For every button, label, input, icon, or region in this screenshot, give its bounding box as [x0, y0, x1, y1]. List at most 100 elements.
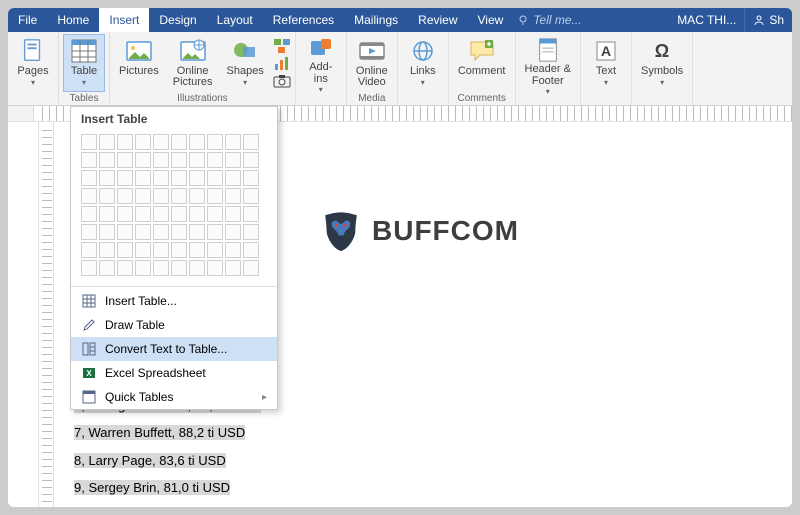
share-button[interactable]: Sh [744, 8, 792, 32]
grid-cell[interactable] [225, 188, 241, 204]
grid-cell[interactable] [171, 170, 187, 186]
grid-cell[interactable] [99, 188, 115, 204]
grid-cell[interactable] [135, 224, 151, 240]
tell-me-search[interactable]: Tell me... [513, 8, 585, 32]
grid-cell[interactable] [153, 152, 169, 168]
grid-cell[interactable] [243, 152, 259, 168]
grid-cell[interactable] [99, 242, 115, 258]
tab-file[interactable]: File [8, 8, 47, 32]
menu-insert-table[interactable]: Insert Table... [71, 289, 277, 313]
grid-cell[interactable] [153, 134, 169, 150]
grid-cell[interactable] [243, 260, 259, 276]
grid-cell[interactable] [207, 260, 223, 276]
grid-cell[interactable] [189, 152, 205, 168]
menu-quick-tables[interactable]: Quick Tables ▸ [71, 385, 277, 409]
comment-button[interactable]: Comment [453, 34, 511, 92]
menu-excel-spreadsheet[interactable]: X Excel Spreadsheet [71, 361, 277, 385]
grid-cell[interactable] [153, 188, 169, 204]
grid-cell[interactable] [225, 152, 241, 168]
grid-cell[interactable] [207, 170, 223, 186]
grid-cell[interactable] [243, 188, 259, 204]
tab-design[interactable]: Design [149, 8, 206, 32]
symbols-button[interactable]: Ω Symbols ▾ [636, 34, 688, 92]
grid-cell[interactable] [81, 152, 97, 168]
grid-cell[interactable] [153, 242, 169, 258]
grid-cell[interactable] [81, 206, 97, 222]
tab-insert[interactable]: Insert [99, 8, 149, 32]
grid-cell[interactable] [171, 260, 187, 276]
tab-references[interactable]: References [263, 8, 344, 32]
grid-cell[interactable] [225, 242, 241, 258]
smartart-icon[interactable] [273, 38, 291, 54]
grid-cell[interactable] [207, 152, 223, 168]
grid-cell[interactable] [117, 206, 133, 222]
grid-cell[interactable] [171, 152, 187, 168]
grid-cell[interactable] [153, 224, 169, 240]
grid-cell[interactable] [207, 206, 223, 222]
grid-cell[interactable] [171, 188, 187, 204]
grid-cell[interactable] [81, 260, 97, 276]
links-button[interactable]: Links ▾ [402, 34, 444, 92]
grid-cell[interactable] [171, 224, 187, 240]
online-pictures-button[interactable]: Online Pictures [168, 34, 218, 92]
table-button[interactable]: Table ▾ [63, 34, 105, 92]
grid-cell[interactable] [225, 224, 241, 240]
grid-cell[interactable] [117, 188, 133, 204]
grid-cell[interactable] [153, 170, 169, 186]
grid-cell[interactable] [189, 134, 205, 150]
grid-cell[interactable] [135, 188, 151, 204]
text-button[interactable]: A Text ▾ [585, 34, 627, 92]
grid-cell[interactable] [225, 206, 241, 222]
tab-mailings[interactable]: Mailings [344, 8, 408, 32]
tab-review[interactable]: Review [408, 8, 467, 32]
grid-cell[interactable] [171, 206, 187, 222]
grid-cell[interactable] [225, 170, 241, 186]
grid-cell[interactable] [135, 260, 151, 276]
grid-cell[interactable] [117, 260, 133, 276]
grid-cell[interactable] [135, 152, 151, 168]
shapes-button[interactable]: Shapes ▾ [222, 34, 269, 92]
grid-cell[interactable] [81, 188, 97, 204]
grid-cell[interactable] [243, 206, 259, 222]
grid-cell[interactable] [117, 170, 133, 186]
grid-cell[interactable] [189, 170, 205, 186]
grid-cell[interactable] [189, 188, 205, 204]
grid-cell[interactable] [99, 170, 115, 186]
grid-cell[interactable] [117, 242, 133, 258]
grid-cell[interactable] [99, 260, 115, 276]
tab-layout[interactable]: Layout [207, 8, 263, 32]
grid-cell[interactable] [117, 224, 133, 240]
grid-cell[interactable] [81, 170, 97, 186]
grid-cell[interactable] [243, 242, 259, 258]
grid-cell[interactable] [117, 152, 133, 168]
chart-icon[interactable] [273, 56, 291, 72]
grid-cell[interactable] [135, 242, 151, 258]
grid-cell[interactable] [207, 242, 223, 258]
header-footer-button[interactable]: Header & Footer ▾ [520, 34, 576, 92]
insert-table-grid[interactable] [71, 131, 277, 284]
grid-cell[interactable] [207, 134, 223, 150]
grid-cell[interactable] [171, 134, 187, 150]
grid-cell[interactable] [243, 224, 259, 240]
grid-cell[interactable] [99, 134, 115, 150]
pages-button[interactable]: Pages ▾ [12, 34, 54, 92]
grid-cell[interactable] [243, 134, 259, 150]
grid-cell[interactable] [81, 224, 97, 240]
tab-home[interactable]: Home [47, 8, 99, 32]
grid-cell[interactable] [99, 224, 115, 240]
grid-cell[interactable] [81, 242, 97, 258]
addins-button[interactable]: Add- ins ▾ [300, 34, 342, 92]
pictures-button[interactable]: Pictures [114, 34, 164, 92]
grid-cell[interactable] [153, 260, 169, 276]
grid-cell[interactable] [225, 260, 241, 276]
tab-view[interactable]: View [468, 8, 514, 32]
grid-cell[interactable] [135, 206, 151, 222]
grid-cell[interactable] [207, 188, 223, 204]
grid-cell[interactable] [171, 242, 187, 258]
grid-cell[interactable] [189, 206, 205, 222]
online-video-button[interactable]: Online Video [351, 34, 393, 92]
menu-draw-table[interactable]: Draw Table [71, 313, 277, 337]
grid-cell[interactable] [207, 224, 223, 240]
grid-cell[interactable] [99, 206, 115, 222]
grid-cell[interactable] [99, 152, 115, 168]
